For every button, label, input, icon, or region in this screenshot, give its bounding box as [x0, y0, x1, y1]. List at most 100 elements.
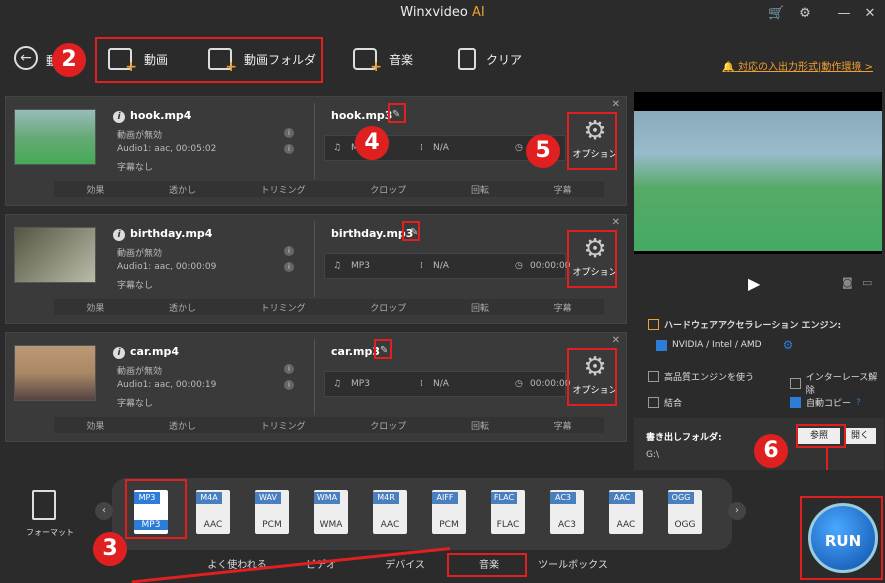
edit-icon[interactable]: ✎ — [410, 227, 418, 238]
trim-button[interactable]: トリミング — [261, 301, 306, 314]
badge-4: 4 — [355, 126, 389, 160]
watermark-button[interactable]: 透かし — [169, 301, 196, 314]
divider — [314, 339, 315, 415]
scroll-left-icon[interactable]: ‹ — [95, 502, 113, 520]
autocopy-checkbox[interactable]: 自動コピー? — [790, 396, 861, 409]
play-icon[interactable]: ▶ — [748, 274, 760, 293]
folder-icon[interactable]: ▭ — [862, 276, 872, 289]
crop-button[interactable]: クロップ — [370, 183, 406, 196]
format-wma[interactable]: WMA WMA — [314, 490, 348, 534]
info-icon[interactable]: i — [284, 246, 294, 256]
format-aiff[interactable]: AIFF PCM — [432, 490, 466, 534]
tab-music[interactable]: 音楽 — [447, 555, 531, 579]
deinterlace-checkbox[interactable]: インターレース解除 — [790, 370, 884, 396]
video-info: 動画が無効 — [117, 131, 163, 141]
hw-accel-checkbox[interactable]: ハードウェアアクセラレーション エンジン: — [648, 318, 841, 331]
tab-device[interactable]: デバイス — [363, 555, 447, 579]
format-wav[interactable]: WAV PCM — [255, 490, 289, 534]
add-video-button[interactable]: + 動画 — [108, 44, 168, 75]
close-icon[interactable]: ✕ — [612, 217, 620, 228]
run-button[interactable]: RUN — [808, 503, 878, 573]
format-icon[interactable] — [32, 490, 56, 520]
format-ac3[interactable]: AC3 AC3 — [550, 490, 584, 534]
scroll-right-icon[interactable]: › — [728, 502, 746, 520]
output-name: hook.mp3 — [331, 109, 393, 122]
close-icon[interactable]: ✕ — [862, 6, 878, 22]
support-link[interactable]: 🔔 対応の入出力形式|動作環境 > — [722, 58, 873, 73]
video-add-icon: + — [108, 48, 137, 75]
hq-engine-checkbox[interactable]: 高品質エンジンを使う — [648, 370, 754, 383]
browse-button[interactable]: 参照 — [798, 428, 840, 444]
close-icon[interactable]: ✕ — [612, 99, 620, 110]
gear-icon: ⚙ — [583, 116, 607, 146]
trim-button[interactable]: トリミング — [261, 419, 306, 432]
subtitle-button[interactable]: 字幕 — [554, 183, 572, 196]
rotate-button[interactable]: 回転 — [471, 301, 489, 314]
format-ogg[interactable]: OGG OGG — [668, 490, 702, 534]
edit-icon[interactable]: ✎ — [392, 109, 400, 120]
tab-toolbox[interactable]: ツールボックス — [531, 555, 615, 579]
format-aac[interactable]: AAC AAC — [609, 490, 643, 534]
subtitle-info: 字幕なし — [117, 399, 154, 409]
music-note-icon: ♫ — [333, 261, 342, 271]
audio-info: Audio1: aac, 00:00:19 — [117, 380, 217, 390]
crop-button[interactable]: クロップ — [370, 419, 406, 432]
effect-button[interactable]: 効果 — [86, 183, 104, 196]
back-icon[interactable]: ← — [14, 46, 38, 70]
effect-button[interactable]: 効果 — [86, 419, 104, 432]
options-button[interactable]: ⚙ オプション — [572, 115, 618, 167]
watermark-button[interactable]: 透かし — [169, 419, 196, 432]
gpu-checkbox[interactable]: NVIDIA / Intel / AMD ⚙ — [656, 338, 793, 352]
camera-icon[interactable]: ◙ — [842, 276, 853, 289]
effect-button[interactable]: 効果 — [86, 301, 104, 314]
watermark-button[interactable]: 透かし — [169, 183, 196, 196]
trash-icon — [458, 48, 476, 70]
add-music-button[interactable]: + 音楽 — [353, 44, 413, 75]
audio-info: Audio1: aac, 00:05:02 — [117, 144, 217, 154]
list-item[interactable]: ✕ car.mp4 動画が無効 Audio1: aac, 00:00:19 字幕… — [5, 332, 627, 442]
info-icon[interactable]: i — [284, 262, 294, 272]
resolution-icon: ⁞ — [420, 379, 423, 389]
gear-icon: ⚙ — [583, 352, 607, 382]
merge-checkbox[interactable]: 結合 — [648, 396, 682, 409]
format-m4a[interactable]: M4A AAC — [196, 490, 230, 534]
add-folder-button[interactable]: + 動画フォルダ — [208, 44, 316, 75]
crop-button[interactable]: クロップ — [370, 301, 406, 314]
info-icon[interactable]: i — [284, 144, 294, 154]
rotate-button[interactable]: 回転 — [471, 419, 489, 432]
format-m4r[interactable]: M4R AAC — [373, 490, 407, 534]
subtitle-button[interactable]: 字幕 — [554, 301, 572, 314]
preview-image — [634, 111, 882, 251]
cart-icon[interactable]: 🛒 — [768, 6, 784, 22]
edit-icon[interactable]: ✎ — [380, 345, 388, 356]
output-info: ♫ MP3 ⁞ N/A ◷ 00:00:00 — [324, 371, 570, 397]
list-item[interactable]: ✕ birthday.mp4 動画が無効 Audio1: aac, 00:00:… — [5, 214, 627, 324]
thumbnail — [14, 109, 96, 165]
rotate-button[interactable]: 回転 — [471, 183, 489, 196]
close-icon[interactable]: ✕ — [612, 335, 620, 346]
info-icon[interactable]: i — [284, 380, 294, 390]
gear-icon[interactable]: ⚙ — [797, 6, 813, 22]
preview-panel — [634, 92, 882, 254]
info-icon[interactable]: i — [284, 128, 294, 138]
clear-button[interactable]: クリア — [458, 44, 522, 74]
gear-icon[interactable]: ⚙ — [783, 338, 794, 352]
info-icon[interactable]: i — [284, 364, 294, 374]
open-button[interactable]: 開く — [844, 428, 876, 444]
thumbnail — [14, 345, 96, 401]
edit-bar: 効果 透かし トリミング クロップ 回転 字幕 — [54, 181, 604, 197]
options-button[interactable]: ⚙ オプション — [572, 233, 618, 285]
format-flac[interactable]: FLAC FLAC — [491, 490, 525, 534]
music-add-icon: + — [353, 48, 382, 75]
gear-icon: ⚙ — [583, 234, 607, 264]
options-button[interactable]: ⚙ オプション — [572, 351, 618, 403]
minimize-icon[interactable]: — — [836, 6, 852, 22]
edit-bar: 効果 透かし トリミング クロップ 回転 字幕 — [54, 417, 604, 433]
format-label: フォーマット — [26, 528, 74, 537]
output-folder-label: 書き出しフォルダ: — [646, 433, 722, 443]
subtitle-button[interactable]: 字幕 — [554, 419, 572, 432]
format-mp3[interactable]: MP3 MP3 — [134, 490, 168, 534]
trim-button[interactable]: トリミング — [261, 183, 306, 196]
file-name: hook.mp4 — [113, 109, 191, 123]
output-name: birthday.mp3 — [331, 227, 414, 240]
